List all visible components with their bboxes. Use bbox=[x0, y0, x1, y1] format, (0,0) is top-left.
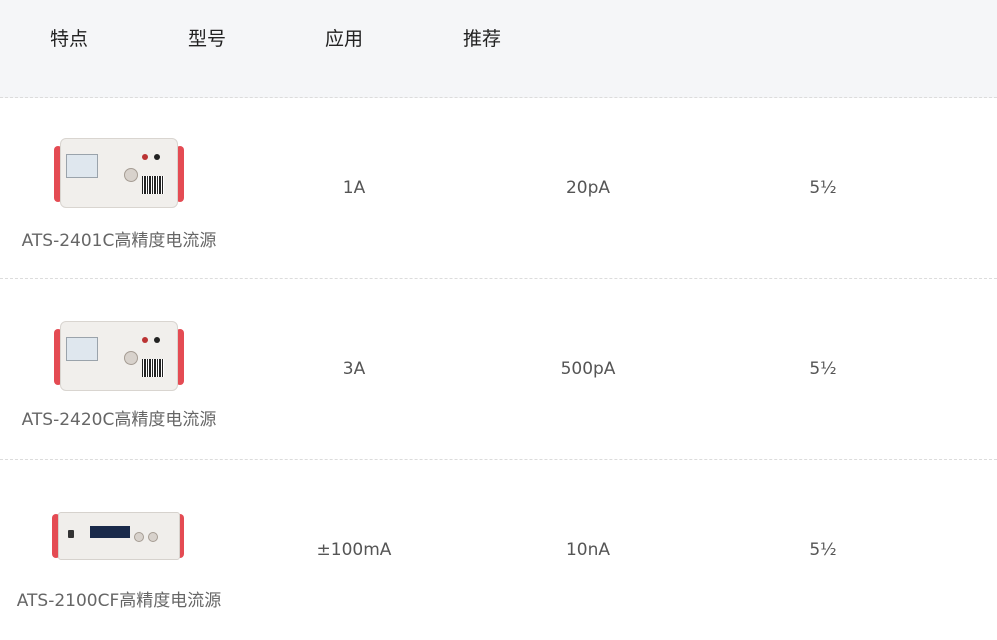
model-name[interactable]: ATS-2401C高精度电流源 bbox=[22, 226, 217, 251]
model-name[interactable]: ATS-2420C高精度电流源 bbox=[22, 405, 217, 430]
digits: 5½ bbox=[809, 359, 837, 379]
max-current: 3A bbox=[342, 359, 366, 379]
table-row: ATS-2420C高精度电流源 3A 500pA 5½ bbox=[0, 279, 997, 460]
max-current: ±100mA bbox=[316, 540, 392, 560]
digits: 5½ bbox=[809, 178, 837, 198]
table-header: 特点 型号 应用 推荐 bbox=[0, 0, 997, 98]
table-row: ATS-2100CF高精度电流源 ±100mA 10nA 5½ bbox=[0, 460, 997, 640]
table-row: ATS-2401C高精度电流源 1A 20pA 5½ bbox=[0, 98, 997, 279]
device-image-ats-2401c bbox=[54, 136, 184, 208]
model-name[interactable]: ATS-2100CF高精度电流源 bbox=[17, 586, 222, 611]
header-recommend: 推荐 bbox=[463, 28, 502, 50]
header-model: 型号 bbox=[188, 28, 227, 50]
device-image-ats-2420c bbox=[54, 319, 184, 391]
resolution: 500pA bbox=[560, 359, 616, 379]
max-current: 1A bbox=[342, 178, 366, 198]
header-features: 特点 bbox=[50, 28, 89, 50]
resolution: 20pA bbox=[565, 178, 611, 198]
resolution: 10nA bbox=[565, 540, 611, 560]
device-image-ats-2100cf bbox=[52, 510, 184, 560]
header-application: 应用 bbox=[325, 28, 364, 50]
digits: 5½ bbox=[809, 540, 837, 560]
